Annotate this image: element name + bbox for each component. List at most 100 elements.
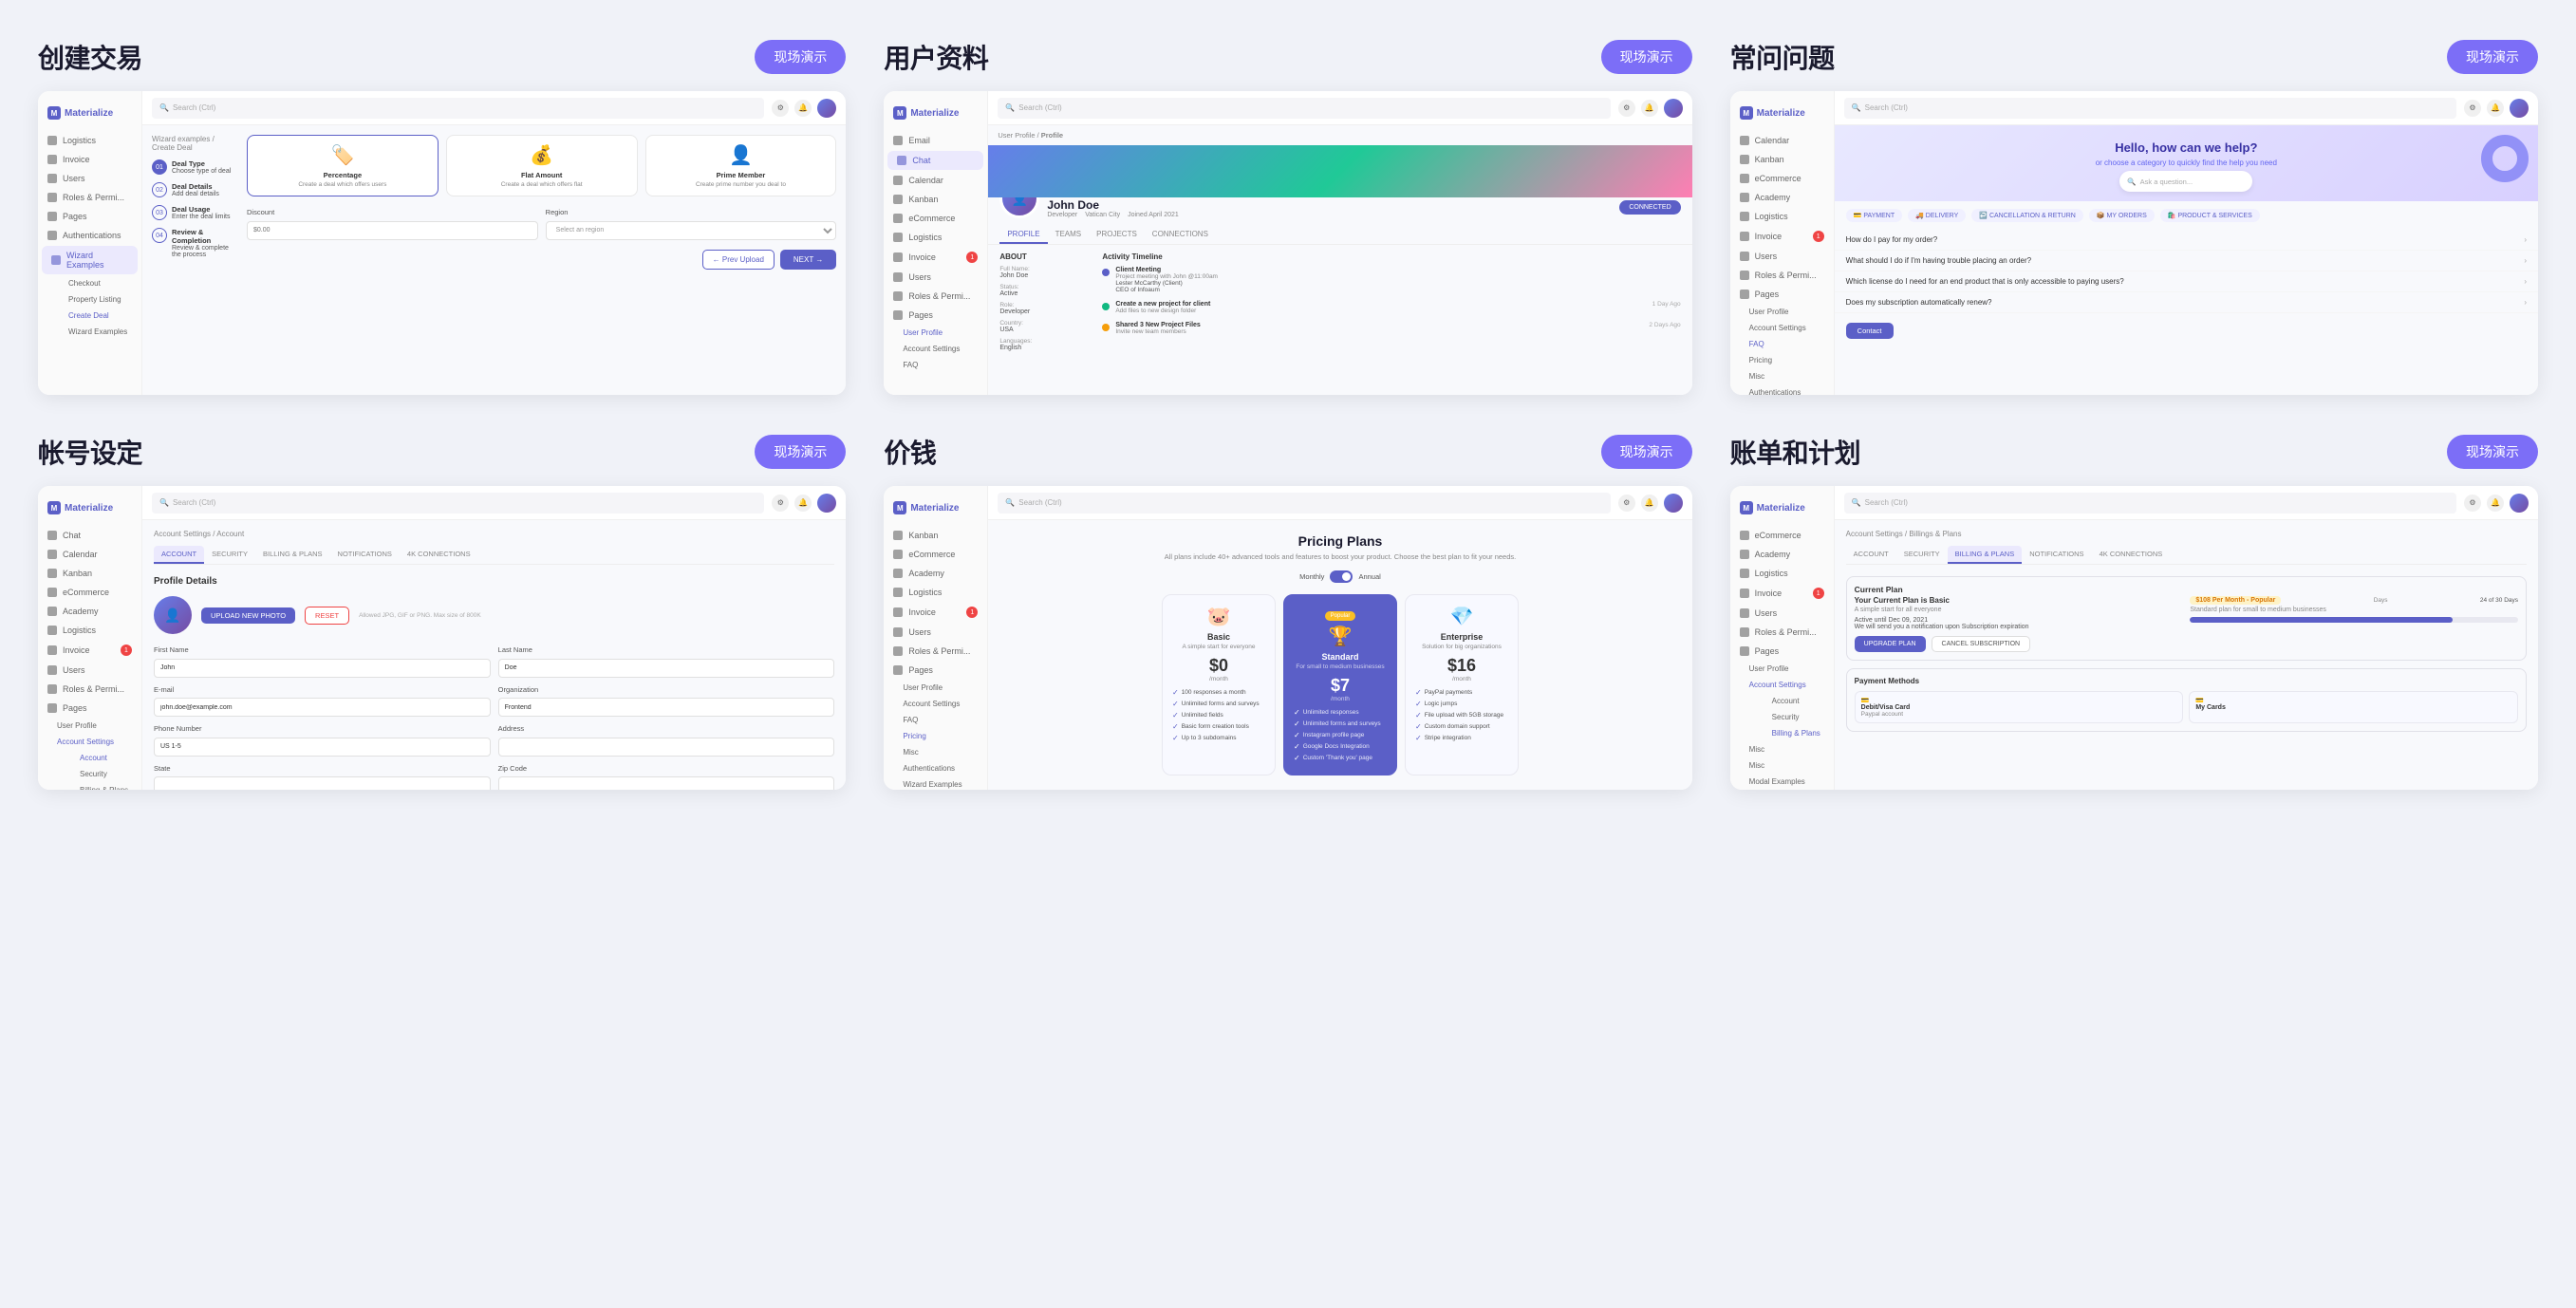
bell-icon-a[interactable]: 🔔 bbox=[794, 495, 812, 512]
sidebar-calendar-f[interactable]: Calendar bbox=[1730, 131, 1834, 150]
search-bar-profile[interactable]: 🔍 Search (Ctrl) bbox=[998, 98, 1610, 119]
sidebar-logistics-b[interactable]: Logistics bbox=[1730, 564, 1834, 583]
sidebar-item-roles[interactable]: Roles & Permi... bbox=[38, 188, 141, 207]
sub-user-profile-b[interactable]: User Profile bbox=[1730, 661, 1834, 677]
search-bar-pricing[interactable]: 🔍 Search (Ctrl) bbox=[998, 493, 1610, 514]
faq-question-3[interactable]: Which license do I need for an end produ… bbox=[1846, 277, 2527, 286]
bell-icon[interactable]: 🔔 bbox=[794, 100, 812, 117]
faq-question-2[interactable]: What should I do if I'm having trouble p… bbox=[1846, 256, 2527, 265]
state-input[interactable] bbox=[154, 776, 491, 790]
demo-badge-faq[interactable]: 现场演示 bbox=[2447, 40, 2538, 74]
org-input[interactable] bbox=[498, 698, 835, 717]
bell-icon-pr[interactable]: 🔔 bbox=[1641, 495, 1658, 512]
tab-security-b[interactable]: SECURITY bbox=[1896, 546, 1948, 564]
user-avatar-f[interactable] bbox=[2510, 99, 2529, 118]
settings-icon-pr[interactable]: ⚙ bbox=[1618, 495, 1635, 512]
settings-icon-p[interactable]: ⚙ bbox=[1618, 100, 1635, 117]
search-bar-billing[interactable]: 🔍 Search (Ctrl) bbox=[1844, 493, 2456, 514]
sidebar-kanban-pr[interactable]: Kanban bbox=[884, 526, 987, 545]
sidebar-logistics-a[interactable]: Logistics bbox=[38, 621, 141, 640]
sidebar-academy-b[interactable]: Academy bbox=[1730, 545, 1834, 564]
sidebar-item-wizard[interactable]: Wizard Examples bbox=[42, 246, 138, 274]
tab-notifications-b[interactable]: NOTIFICATIONS bbox=[2022, 546, 2091, 564]
demo-badge-pricing[interactable]: 现场演示 bbox=[1601, 435, 1692, 469]
sub-user-profile-pr[interactable]: User Profile bbox=[884, 680, 987, 696]
sidebar-chat[interactable]: Chat bbox=[887, 151, 983, 170]
tab-projects[interactable]: PROJECTS bbox=[1089, 226, 1145, 244]
sidebar-users-a[interactable]: Users bbox=[38, 661, 141, 680]
tab-notifications[interactable]: NOTIFICATIONS bbox=[330, 546, 400, 564]
connect-button[interactable]: CONNECTED bbox=[1619, 200, 1680, 215]
sidebar-item-logistics[interactable]: Logistics bbox=[38, 131, 141, 150]
sub-pricing[interactable]: Pricing bbox=[884, 728, 987, 744]
sub-misc-pr[interactable]: Misc bbox=[884, 744, 987, 760]
sidebar-invoice-a[interactable]: Invoice 1 bbox=[38, 640, 141, 661]
sub-pricing-f[interactable]: Pricing bbox=[1730, 352, 1834, 368]
sub-faq[interactable]: FAQ bbox=[1730, 336, 1834, 352]
tab-account[interactable]: ACCOUNT bbox=[154, 546, 204, 564]
sidebar-item-invoice[interactable]: Invoice bbox=[38, 150, 141, 169]
sub-account-settings-pr[interactable]: Account Settings bbox=[884, 696, 987, 712]
search-bar-faq[interactable]: 🔍 Search (Ctrl) bbox=[1844, 98, 2456, 119]
zip-input[interactable] bbox=[498, 776, 835, 790]
faq-cat-delivery[interactable]: 🚚 DELIVERY bbox=[1908, 209, 1966, 222]
settings-icon-f[interactable]: ⚙ bbox=[2464, 100, 2481, 117]
sidebar-ecomm-pr[interactable]: eCommerce bbox=[884, 545, 987, 564]
sub-user-profile-a[interactable]: User Profile bbox=[38, 718, 141, 734]
contact-button[interactable]: Contact bbox=[1846, 323, 1894, 339]
sub-auth-f[interactable]: Authentications bbox=[1730, 384, 1834, 395]
sidebar-calendar[interactable]: Calendar bbox=[884, 171, 987, 190]
user-avatar-p[interactable] bbox=[1664, 99, 1683, 118]
settings-icon-a[interactable]: ⚙ bbox=[772, 495, 789, 512]
tab-connections-b[interactable]: 4K CONNECTIONS bbox=[2092, 546, 2171, 564]
sidebar-academy-f[interactable]: Academy bbox=[1730, 188, 1834, 207]
sub-misc-b[interactable]: Misc bbox=[1730, 741, 1834, 757]
tab-account-b[interactable]: ACCOUNT bbox=[1846, 546, 1896, 564]
next-button[interactable]: NEXT → bbox=[780, 250, 836, 270]
settings-icon-b[interactable]: ⚙ bbox=[2464, 495, 2481, 512]
faq-question-4[interactable]: Does my subscription automatically renew… bbox=[1846, 298, 2527, 307]
faq-cat-orders[interactable]: 📦 MY ORDERS bbox=[2089, 209, 2155, 222]
bell-icon-f[interactable]: 🔔 bbox=[2487, 100, 2504, 117]
bell-icon-b[interactable]: 🔔 bbox=[2487, 495, 2504, 512]
sub-create-deal[interactable]: Create Deal bbox=[49, 308, 141, 324]
faq-cat-products[interactable]: 🛍️ PRODUCT & SERVICES bbox=[2160, 209, 2260, 222]
sidebar-logistics-p[interactable]: Logistics bbox=[884, 228, 987, 247]
tab-teams[interactable]: TEAMS bbox=[1048, 226, 1090, 244]
faq-cat-cancel[interactable]: ↩️ CANCELLATION & RETURN bbox=[1971, 209, 2083, 222]
email-input[interactable] bbox=[154, 698, 491, 717]
sidebar-users-b[interactable]: Users bbox=[1730, 604, 1834, 623]
billing-sub-account[interactable]: Account bbox=[1753, 693, 1834, 709]
sidebar-sub-checkout[interactable]: Checkout Property Listing Create Deal Wi… bbox=[38, 275, 141, 340]
sidebar-item-users[interactable]: Users bbox=[38, 169, 141, 188]
billing-toggle[interactable] bbox=[1330, 570, 1353, 583]
sidebar-ecomm-f[interactable]: eCommerce bbox=[1730, 169, 1834, 188]
upgrade-plan-button[interactable]: UPGRADE PLAN bbox=[1855, 636, 1926, 652]
sidebar-roles-f[interactable]: Roles & Permi... bbox=[1730, 266, 1834, 285]
firstname-input[interactable] bbox=[154, 659, 491, 678]
sidebar-invoice-b[interactable]: Invoice 1 bbox=[1730, 583, 1834, 604]
sidebar-chat-a[interactable]: Chat bbox=[38, 526, 141, 545]
sidebar-logistics-pr[interactable]: Logistics bbox=[884, 583, 987, 602]
sidebar-roles-b[interactable]: Roles & Permi... bbox=[1730, 623, 1834, 642]
tab-connections[interactable]: CONNECTIONS bbox=[1145, 226, 1216, 244]
bell-icon-p[interactable]: 🔔 bbox=[1641, 100, 1658, 117]
sidebar-invoice-p[interactable]: Invoice 1 bbox=[884, 247, 987, 268]
faq-cat-payment[interactable]: 💳 PAYMENT bbox=[1846, 209, 1902, 222]
sidebar-roles-pr[interactable]: Roles & Permi... bbox=[884, 642, 987, 661]
sidebar-roles-a[interactable]: Roles & Permi... bbox=[38, 680, 141, 699]
user-avatar-b[interactable] bbox=[2510, 494, 2529, 513]
sub-modal-b[interactable]: Modal Examples bbox=[1730, 774, 1834, 790]
demo-badge-billing[interactable]: 现场演示 bbox=[2447, 435, 2538, 469]
faq-search[interactable]: 🔍 Ask a question... bbox=[2119, 171, 2252, 192]
wizard-card-prime[interactable]: 👤 Prime Member Create prime number you d… bbox=[645, 135, 837, 196]
sidebar-users-f[interactable]: Users bbox=[1730, 247, 1834, 266]
sidebar-pages-b[interactable]: Pages bbox=[1730, 642, 1834, 661]
sidebar-ecomm-b[interactable]: eCommerce bbox=[1730, 526, 1834, 545]
billing-sub-security[interactable]: Security bbox=[1753, 709, 1834, 725]
prev-button[interactable]: ← Prev Upload bbox=[702, 250, 775, 270]
sub-account-settings-a[interactable]: Account Settings bbox=[38, 734, 141, 750]
sub-wizard-pr[interactable]: Wizard Examples bbox=[884, 776, 987, 790]
sub-auth-pr[interactable]: Authentications bbox=[884, 760, 987, 776]
sub-checkout[interactable]: Checkout bbox=[49, 275, 141, 291]
